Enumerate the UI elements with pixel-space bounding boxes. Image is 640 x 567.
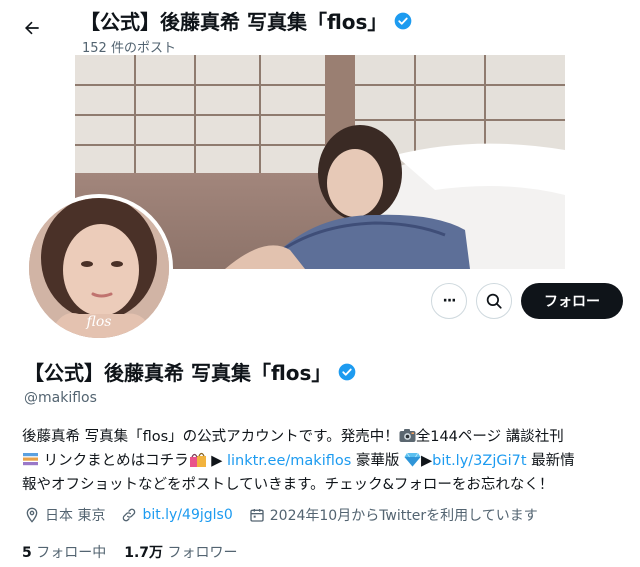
verified-badge-icon[interactable] xyxy=(337,362,357,382)
bio-line-1: 後藤真希 写真集「flos」の公式アカウントです。発売中！ 全144ページ 講談社… xyxy=(22,426,627,450)
bio-link-bitly-deluxe[interactable]: bit.ly/3ZjGi7t xyxy=(432,453,526,469)
back-arrow-icon xyxy=(25,21,39,35)
bio-line-3: 報やオフショットなどをポストしていきます。チェック&フォローをお忘れなく！ xyxy=(22,477,554,493)
followers-label: フォロワー xyxy=(167,545,238,561)
following-link[interactable]: 5 フォロー中 xyxy=(22,542,106,562)
website-item: bit.ly/49jgls0 xyxy=(121,507,233,523)
top-bar: 【公式】後藤真希 写真集「flos」 152 件のポスト xyxy=(0,0,640,56)
location-item: 日本 東京 xyxy=(24,505,105,525)
bio-link-linktree[interactable]: linktr.ee/makiflos xyxy=(227,453,351,469)
joined-item: 2024年10月からTwitterを利用しています xyxy=(249,505,538,525)
avatar[interactable]: flos xyxy=(25,194,173,342)
follow-button[interactable]: フォロー xyxy=(521,283,623,319)
search-icon xyxy=(486,293,502,309)
search-posts-button[interactable] xyxy=(476,283,512,319)
shopping-bags-emoji-icon xyxy=(189,452,207,474)
avatar-watermark: flos xyxy=(86,314,112,330)
camera-emoji-icon xyxy=(399,428,416,450)
followers-link[interactable]: 1.7万 フォロワー xyxy=(124,542,237,562)
website-link[interactable]: bit.ly/49jgls0 xyxy=(142,507,232,523)
joined-text: 2024年10月からTwitterを利用しています xyxy=(269,508,538,524)
more-button[interactable]: ··· xyxy=(431,283,467,319)
post-count: 152 件のポスト xyxy=(82,41,176,56)
profile-name-row: 【公式】後藤真希 写真集「flos」 xyxy=(24,357,357,386)
profile-handle: @makiflos xyxy=(24,390,97,406)
profile-name: 【公式】後藤真希 写真集「flos」 xyxy=(24,361,332,385)
more-icon: ··· xyxy=(442,293,457,309)
verified-badge-icon xyxy=(395,12,412,29)
link-icon xyxy=(123,508,136,522)
header-title: 【公式】後藤真希 写真集「flos」 xyxy=(80,10,388,34)
location-icon xyxy=(26,507,38,523)
profile-bio: 後藤真希 写真集「flos」の公式アカウントです。発売中！ 全144ページ 講談社… xyxy=(22,426,627,496)
location-text: 日本 東京 xyxy=(45,508,106,524)
following-label: フォロー中 xyxy=(36,545,107,561)
followers-count: 1.7万 xyxy=(124,545,164,561)
header-title-row: 【公式】後藤真希 写真集「flos」 xyxy=(80,6,413,35)
profile-meta: 日本 東京 bit.ly/49jgls0 2024年10月からTwitterを利… xyxy=(24,505,554,525)
follow-stats: 5 フォロー中 1.7万 フォロワー xyxy=(22,542,237,562)
calendar-icon xyxy=(250,509,264,522)
avatar-photo: flos xyxy=(29,198,169,338)
books-emoji-icon xyxy=(22,452,39,474)
back-button[interactable] xyxy=(14,10,50,46)
bio-line-2: リンクまとめはコチラ ▶ linktr.ee/makiflos 豪華版 ▶bit… xyxy=(22,450,627,474)
following-count: 5 xyxy=(22,545,32,561)
gem-emoji-icon xyxy=(404,452,421,474)
